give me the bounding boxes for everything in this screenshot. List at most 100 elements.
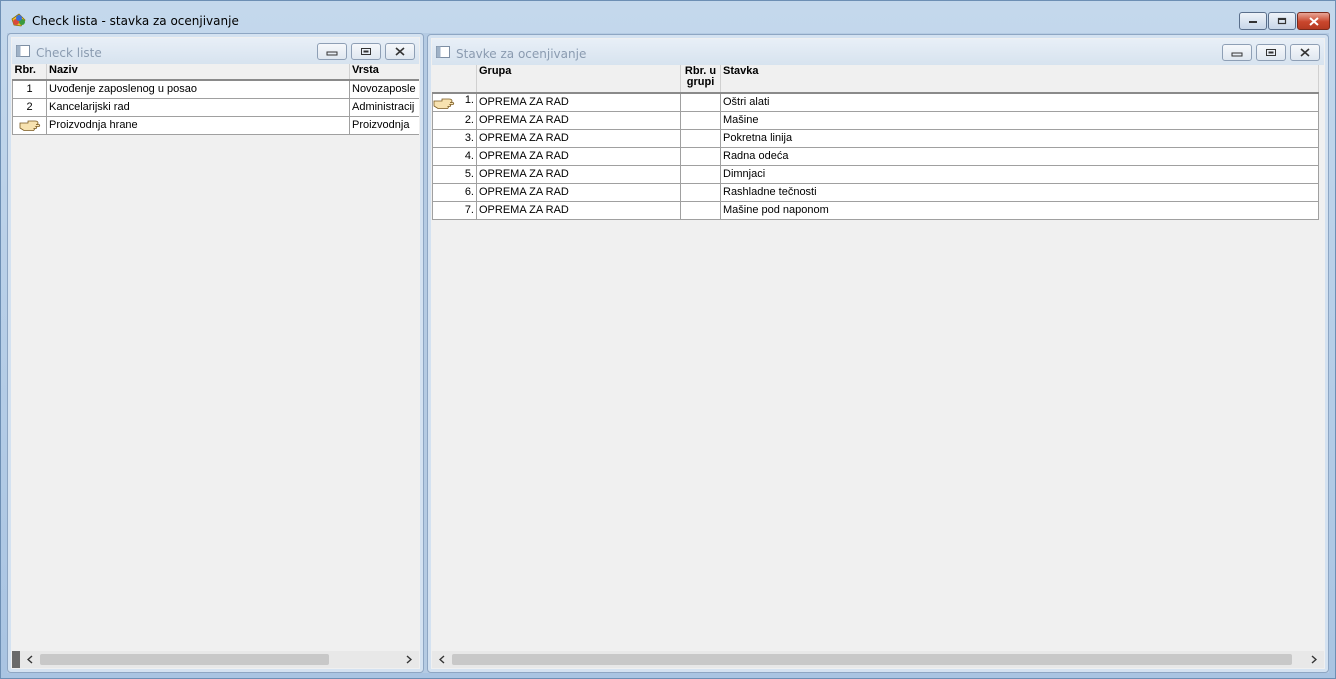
check-lists-minimize-button[interactable]: [317, 43, 347, 60]
cell-rbr-u-grupi[interactable]: [680, 146, 721, 166]
restore-icon: [1277, 17, 1287, 25]
cell-grupa[interactable]: OPREMA ZA RAD: [476, 92, 681, 112]
table-row[interactable]: 2. OPREMA ZA RAD Mašine: [432, 110, 1319, 130]
column-header-rbr[interactable]: Rbr.: [12, 64, 47, 81]
cell-grupa[interactable]: OPREMA ZA RAD: [476, 146, 681, 166]
window-title: Check lista - stavka za ocenjivanje: [32, 14, 239, 28]
close-icon: [1308, 16, 1319, 26]
check-lists-grid: Rbr. Naziv Vrsta 1 Uvođenje zaposlenog u…: [12, 64, 419, 668]
close-icon: [395, 47, 405, 56]
window-icon: [16, 45, 30, 57]
cell-grupa[interactable]: OPREMA ZA RAD: [476, 200, 681, 220]
assessment-items-grid: Grupa Rbr. u grupi Stavka 1. OPREMA ZA R…: [432, 65, 1324, 668]
table-row[interactable]: 7. OPREMA ZA RAD Mašine pod naponom: [432, 200, 1319, 220]
window-icon: [436, 46, 450, 58]
cell-stavka[interactable]: Radna odeća: [720, 146, 1319, 166]
pointing-hand-icon: [433, 98, 455, 110]
cell-stavka[interactable]: Dimnjaci: [720, 164, 1319, 184]
assessment-items-close-button[interactable]: [1290, 44, 1320, 61]
chevron-left-icon: [27, 655, 33, 664]
table-row[interactable]: 6. OPREMA ZA RAD Rashladne tečnosti: [432, 182, 1319, 202]
check-lists-window: Check liste Rbr. Naziv Vrsta 1 Uvođenje …: [7, 33, 424, 673]
assessment-items-table: Grupa Rbr. u grupi Stavka 1. OPREMA ZA R…: [432, 65, 1319, 220]
column-header-row-number: [432, 65, 477, 94]
window-title-bar[interactable]: Check lista - stavka za ocenjivanje: [1, 1, 1335, 33]
check-lists-maximize-button[interactable]: [351, 43, 381, 60]
assessment-items-maximize-button[interactable]: [1256, 44, 1286, 61]
horizontal-scrollbar[interactable]: [12, 651, 419, 668]
chevron-left-icon: [439, 655, 445, 664]
cell-naziv[interactable]: Proizvodnja hrane: [46, 115, 350, 135]
row-number: 4.: [432, 146, 477, 166]
cell-grupa[interactable]: OPREMA ZA RAD: [476, 128, 681, 148]
cell-vrsta[interactable]: Administracij: [349, 97, 419, 117]
minimize-icon: [326, 51, 338, 55]
scroll-right-button[interactable]: [401, 652, 417, 667]
maximize-button[interactable]: [1268, 12, 1296, 30]
cell-rbr-u-grupi[interactable]: [680, 200, 721, 220]
column-header-vrsta[interactable]: Vrsta: [349, 64, 419, 81]
assessment-items-minimize-button[interactable]: [1222, 44, 1252, 61]
cell-grupa[interactable]: OPREMA ZA RAD: [476, 110, 681, 130]
column-header-grupa[interactable]: Grupa: [476, 65, 681, 94]
scroll-left-button[interactable]: [22, 652, 38, 667]
row-indicator: [12, 115, 47, 135]
table-row[interactable]: 2 Kancelarijski rad Administracij: [12, 97, 419, 117]
cell-stavka[interactable]: Mašine pod naponom: [720, 200, 1319, 220]
cell-rbr-u-grupi[interactable]: [680, 128, 721, 148]
scroll-right-button[interactable]: [1306, 652, 1322, 667]
mdi-client-area: Check liste Rbr. Naziv Vrsta 1 Uvođenje …: [7, 33, 1329, 673]
table-row-selected[interactable]: Proizvodnja hrane Proizvodnja: [12, 115, 419, 135]
table-row[interactable]: 5. OPREMA ZA RAD Dimnjaci: [432, 164, 1319, 184]
assessment-items-title-bar[interactable]: Stavke za ocenjivanje: [432, 39, 1324, 65]
scrollbar-thumb[interactable]: [40, 654, 329, 665]
scrollbar-thumb[interactable]: [452, 654, 1292, 665]
scroll-left-button[interactable]: [434, 652, 450, 667]
row-number: 2: [12, 97, 47, 117]
column-header-stavka[interactable]: Stavka: [720, 65, 1319, 94]
check-lists-title-bar[interactable]: Check liste: [12, 38, 419, 64]
maximize-icon: [361, 48, 371, 55]
row-number: 6.: [432, 182, 477, 202]
minimize-icon: [1231, 52, 1243, 56]
column-header-naziv[interactable]: Naziv: [46, 64, 350, 81]
check-lists-table: Rbr. Naziv Vrsta 1 Uvođenje zaposlenog u…: [12, 64, 419, 135]
cell-stavka[interactable]: Oštri alati: [720, 92, 1319, 112]
cell-vrsta[interactable]: Novozaposle: [349, 79, 419, 99]
cell-stavka[interactable]: Mašine: [720, 110, 1319, 130]
table-row[interactable]: 3. OPREMA ZA RAD Pokretna linija: [432, 128, 1319, 148]
chevron-right-icon: [406, 655, 412, 664]
cell-rbr-u-grupi[interactable]: [680, 164, 721, 184]
cell-rbr-u-grupi[interactable]: [680, 182, 721, 202]
scrollbar-gripper: [12, 651, 20, 668]
minimize-button[interactable]: [1239, 12, 1267, 30]
assessment-items-title: Stavke za ocenjivanje: [456, 47, 587, 61]
horizontal-scrollbar[interactable]: [432, 651, 1324, 668]
cell-stavka[interactable]: Rashladne tečnosti: [720, 182, 1319, 202]
cell-naziv[interactable]: Kancelarijski rad: [46, 97, 350, 117]
column-header-rbr-u-grupi[interactable]: Rbr. u grupi: [680, 65, 721, 94]
row-number: 2.: [432, 110, 477, 130]
cell-stavka[interactable]: Pokretna linija: [720, 128, 1319, 148]
cell-grupa[interactable]: OPREMA ZA RAD: [476, 164, 681, 184]
cell-grupa[interactable]: OPREMA ZA RAD: [476, 182, 681, 202]
main-window: Check lista - stavka za ocenjivanje Chec…: [0, 0, 1336, 679]
row-number: 1: [12, 79, 47, 99]
table-row-selected[interactable]: 1. OPREMA ZA RAD Oštri alati: [432, 92, 1319, 112]
table-row[interactable]: 1 Uvođenje zaposlenog u posao Novozaposl…: [12, 79, 419, 99]
app-icon: [11, 13, 26, 27]
minimize-icon: [1249, 21, 1257, 23]
close-button[interactable]: [1297, 12, 1330, 30]
cell-rbr-u-grupi[interactable]: [680, 92, 721, 112]
cell-rbr-u-grupi[interactable]: [680, 110, 721, 130]
close-icon: [1300, 48, 1310, 57]
cell-vrsta[interactable]: Proizvodnja: [349, 115, 419, 135]
cell-naziv[interactable]: Uvođenje zaposlenog u posao: [46, 79, 350, 99]
check-lists-close-button[interactable]: [385, 43, 415, 60]
table-row[interactable]: 4. OPREMA ZA RAD Radna odeća: [432, 146, 1319, 166]
row-indicator: 1.: [432, 92, 477, 112]
chevron-right-icon: [1311, 655, 1317, 664]
row-number: 1.: [464, 94, 474, 107]
pointing-hand-icon: [19, 120, 40, 131]
check-lists-title: Check liste: [36, 46, 102, 60]
